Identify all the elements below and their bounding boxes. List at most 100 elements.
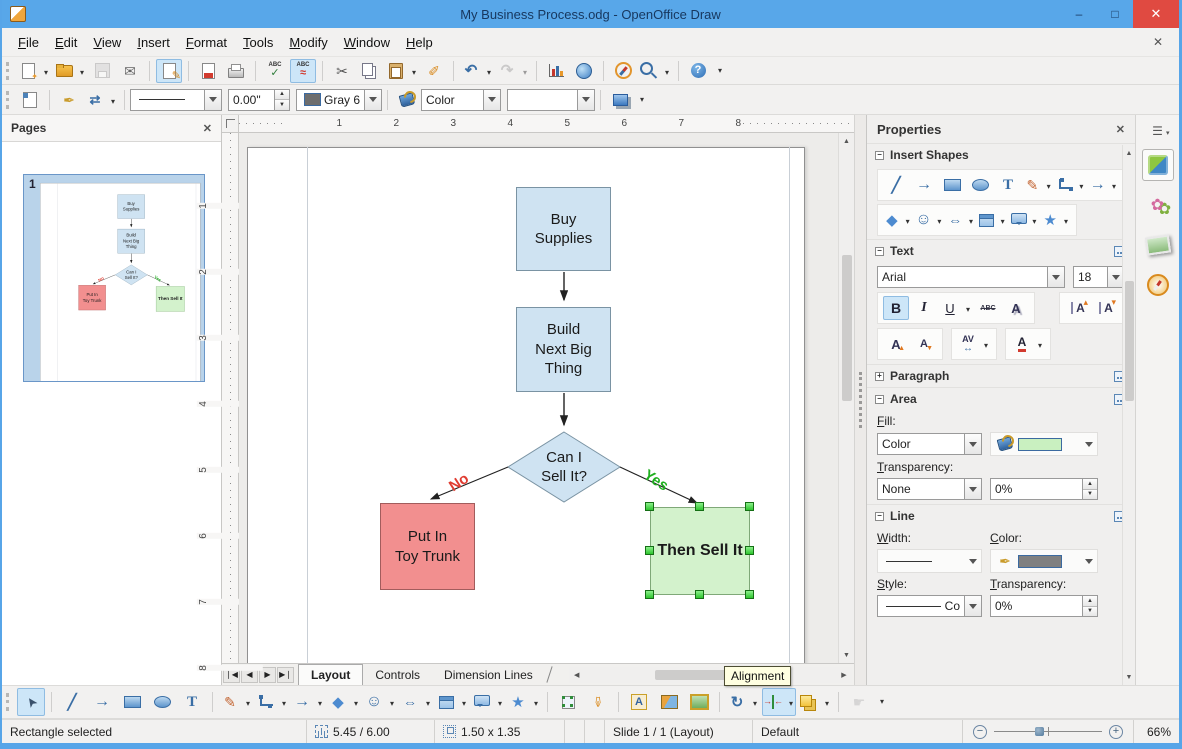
toolbar-more-button[interactable] [875,686,889,718]
spin-down-icon[interactable]: ▼ [1083,606,1097,616]
selection-handle[interactable] [695,590,704,599]
gallery-button[interactable] [685,688,713,716]
spin-down-icon[interactable]: ▼ [1083,489,1097,499]
print-button[interactable] [223,59,249,83]
dropdown-arrow-icon[interactable] [204,89,221,110]
fill-color-combo[interactable] [507,88,595,111]
selection-handle[interactable] [645,502,654,511]
collapse-icon[interactable]: − [875,394,884,404]
close-panel-icon[interactable]: ✕ [203,122,212,135]
sidebar-tab-gallery[interactable] [1142,189,1174,221]
connector-button[interactable] [255,688,289,716]
transparency-spinner[interactable]: 0% ▲ ▼ [990,478,1098,500]
dropdown-arrow-icon[interactable] [964,434,981,454]
insert-ellipse-button[interactable] [967,173,993,197]
edit-points-button[interactable] [554,688,582,716]
zoom-slider-thumb[interactable] [1035,727,1045,736]
flow-node-then-sell-it[interactable]: Then Sell It [650,507,750,595]
menu-file[interactable]: File [10,32,47,53]
basic-shapes-button[interactable] [327,688,361,716]
insert-arrow-button[interactable] [911,173,937,197]
close-document-icon[interactable]: ✕ [1145,35,1171,49]
edit-file-button[interactable] [156,58,182,83]
character-spacing-button[interactable] [957,332,991,356]
line-style-combo[interactable] [130,88,222,111]
arrow-button[interactable] [88,688,116,716]
dropdown-arrow-icon[interactable] [364,89,381,110]
zoom-out-icon[interactable]: − [973,724,987,739]
dropdown-arrow-icon[interactable] [1085,559,1093,568]
line-transparency-spinner[interactable]: 0% ▲ ▼ [990,595,1098,617]
styles-button[interactable] [17,88,43,112]
expand-icon[interactable]: + [875,371,884,381]
sidebar-scrollbar[interactable]: ▲ ▼ [1122,145,1135,685]
hyperlink-button[interactable] [571,59,597,83]
scroll-down-icon[interactable]: ▼ [1121,669,1137,685]
selection-handle[interactable] [745,546,754,555]
basic-shapes-button[interactable] [883,208,913,232]
undo-button[interactable] [460,59,494,83]
close-sidebar-icon[interactable]: ✕ [1116,123,1125,136]
font-color-button[interactable] [1011,332,1045,356]
toolbar-grip[interactable] [6,693,12,711]
menu-window[interactable]: Window [336,32,398,53]
bold-button[interactable] [883,296,909,320]
line-width-dropdown[interactable] [877,549,982,573]
star-shapes-button[interactable] [1041,208,1071,232]
area-style-combo[interactable]: Color [421,88,501,111]
insert-rectangle-button[interactable] [939,173,965,197]
sidebar-tab-images[interactable] [1142,229,1174,261]
collapse-icon[interactable]: − [875,150,884,160]
open-button[interactable] [53,59,87,83]
spin-down-icon[interactable]: ▼ [275,100,289,110]
underline-button[interactable] [939,296,973,320]
spin-up-icon[interactable]: ▲ [275,89,289,100]
spin-up-icon[interactable]: ▲ [1083,479,1097,490]
horizontal-scrollbar[interactable]: ◀ ▶ [568,666,852,683]
help-button[interactable] [685,59,711,83]
dropdown-arrow-icon[interactable] [577,89,594,110]
increase-spacing-button[interactable] [1065,296,1091,320]
stars-button[interactable] [507,688,541,716]
selection-handle[interactable] [645,590,654,599]
flow-node-build-next-big-thing[interactable]: Build Next Big Thing [516,307,611,392]
minimize-button[interactable]: – [1061,0,1097,28]
spin-up-icon[interactable]: ▲ [1083,596,1097,607]
insert-lines-arrows-button[interactable] [1088,173,1119,197]
tab-layout[interactable]: Layout [298,664,364,685]
flowchart-shapes-button[interactable] [978,208,1008,232]
insert-curve-button[interactable] [1023,173,1054,197]
export-pdf-button[interactable] [195,59,221,83]
last-slide-button[interactable]: ▶❘ [277,666,294,683]
dropdown-arrow-icon[interactable] [1085,442,1093,451]
zoom-slider[interactable] [994,727,1102,736]
text-shadow-button[interactable] [1003,296,1029,320]
menu-help[interactable]: Help [398,32,441,53]
decrease-font-button[interactable] [911,332,937,356]
line-width-spinner[interactable]: 0.00" ▲ ▼ [228,88,290,111]
line-button[interactable] [58,688,86,716]
menu-format[interactable]: Format [178,32,235,53]
picture-from-file-button[interactable] [655,688,683,716]
drawing-viewport[interactable]: Buy Supplies Build Next Big Thing Can I … [239,133,838,663]
tab-controls[interactable]: Controls [363,664,432,685]
select-button[interactable] [17,688,45,716]
menu-edit[interactable]: Edit [47,32,85,53]
menu-modify[interactable]: Modify [281,32,335,53]
menu-tools[interactable]: Tools [235,32,281,53]
zoom-button[interactable] [638,59,672,83]
curve-button[interactable] [219,688,253,716]
lines-arrows-button[interactable] [291,688,325,716]
maximize-button[interactable]: □ [1097,0,1133,28]
menu-insert[interactable]: Insert [129,32,178,53]
page-1-thumbnail[interactable]: 1 Buy Supplies Build Next Big Thing Can … [23,174,205,382]
block-arrows-button[interactable] [946,208,976,232]
font-size-combo[interactable]: 18 [1073,266,1125,288]
flow-node-then-sell-it[interactable]: Then Sell It [155,286,185,312]
callouts-button[interactable] [471,688,505,716]
insert-connector-button[interactable] [1056,173,1087,197]
sidebar-tab-properties[interactable] [1141,149,1174,181]
cut-button[interactable] [329,59,355,83]
line-style-combo[interactable]: Co [877,595,982,617]
page-style[interactable]: Default [752,720,902,743]
